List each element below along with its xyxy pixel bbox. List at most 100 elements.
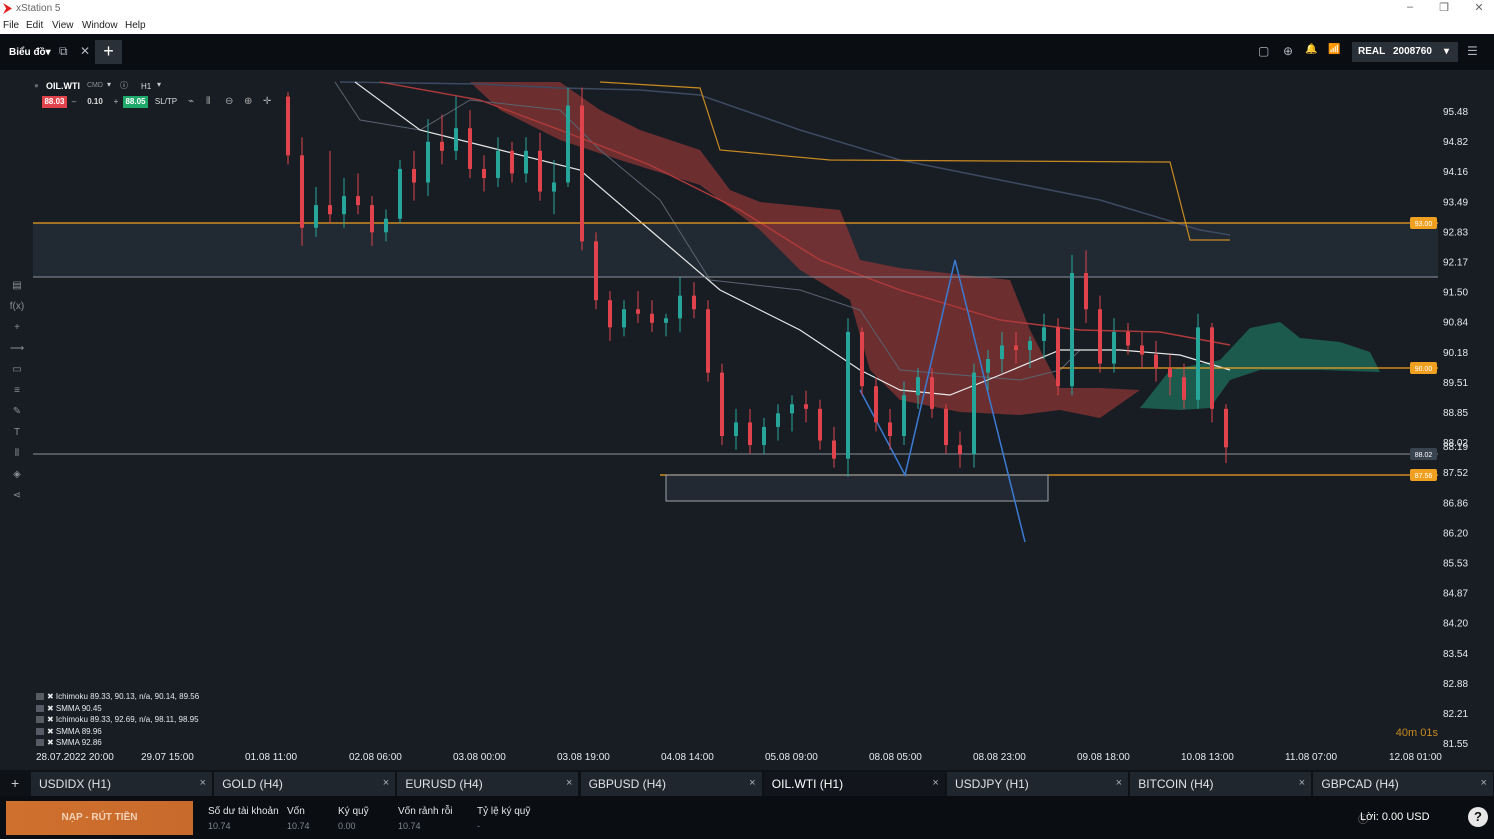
indicator-item[interactable]: ✖ SMMA 90.45 [36,704,199,716]
deposit-withdraw-button[interactable]: NẠP - RÚT TIỀN [6,801,193,835]
line-tool-icon[interactable]: ⟶ [6,343,28,364]
add-chart-button[interactable]: + [95,40,122,64]
candle [706,300,710,382]
info-icon[interactable]: ⓘ [120,80,128,91]
indicator-icon[interactable]: ⦀ [206,96,210,107]
indicator-settings-icon[interactable] [36,727,44,735]
line-chart-icon[interactable]: ⌁ [188,96,194,107]
close-chart-icon[interactable]: ✕ [80,44,90,58]
text-tool-icon[interactable]: T [6,427,28,448]
volume-plus-button[interactable]: + [111,96,121,108]
tab-oil-wti-h1[interactable]: OIL.WTI (H1) × [763,772,946,796]
price-tick: 89.51 [1443,378,1468,389]
close-tab-icon[interactable]: × [749,777,755,789]
sound-icon[interactable]: ⊕ [1283,44,1293,58]
chart-menu-button[interactable]: Biểu đồ▾ [9,47,51,58]
chevron-down-icon[interactable]: ▾ [107,80,111,89]
menu-help[interactable]: Help [125,20,146,31]
chart-area[interactable]: 95.48 94.82 94.16 93.49 92.83 92.17 91.50 90.84… [0,70,1494,770]
close-tab-icon[interactable]: × [566,777,572,789]
menu-file[interactable]: File [3,20,19,31]
candle [622,300,626,337]
function-icon[interactable]: f(x) [6,301,28,322]
layers-icon[interactable]: ◈ [6,469,28,490]
stat-equity: Vốn 10.74 [287,806,310,831]
price-marker: 88.02 [1410,448,1437,460]
tab-usdjpy-h1[interactable]: USDJPY (H1) × [947,772,1129,796]
chevron-down-icon: ▾ [1444,46,1450,57]
popout-icon[interactable]: ⧉ [59,44,68,59]
sell-button[interactable]: 88.03 [42,96,67,108]
menu-window[interactable]: Window [82,20,118,31]
tab-bitcoin-h4[interactable]: BITCOIN (H4) × [1130,772,1313,796]
support-zone-rectangle[interactable] [665,474,1049,502]
close-tab-icon[interactable]: × [932,777,938,789]
share-icon[interactable]: ⋖ [6,490,28,511]
chevron-down-icon[interactable]: ▾ [157,80,161,89]
indicator-item[interactable]: ✖ SMMA 92.86 [36,738,199,750]
fibonacci-tool-icon[interactable]: ≡ [6,385,28,406]
measure-tool-icon[interactable]: ⫴ [6,448,28,469]
volume-minus-button[interactable]: – [69,96,79,108]
hamburger-menu-icon[interactable]: ☰ [1467,44,1478,58]
account-selector[interactable]: REAL 2008760 ▾ [1352,42,1458,62]
indicator-settings-icon[interactable] [36,716,44,724]
menu-edit[interactable]: Edit [26,20,43,31]
candle [678,277,682,332]
symbol-name[interactable]: OIL.WTI [46,81,80,91]
tab-usdidx-h1[interactable]: USDIDX (H1) × [31,772,213,796]
price-tick: 84.20 [1443,619,1468,630]
tab-gbpusd-h4[interactable]: GBPUSD (H4) × [580,772,763,796]
volume-input[interactable]: 0.10 [81,96,109,108]
menu-bar: File Edit View Window Help [0,18,1494,34]
bell-icon[interactable]: 🔔 [1305,44,1317,55]
candle [482,155,486,192]
minimize-button[interactable]: – [1398,1,1422,17]
crosshair-icon[interactable]: ✛ [263,96,271,107]
indicator-item[interactable]: ✖ SMMA 89.96 [36,727,199,739]
svg-text:87.56: 87.56 [1415,473,1433,480]
pencil-tool-icon[interactable]: ✎ [6,406,28,427]
buy-button[interactable]: 88.05 [123,96,148,108]
sltp-button[interactable]: SL/TP [152,96,180,108]
close-window-button[interactable]: ✕ [1467,1,1491,17]
xstation-logo-icon [3,3,12,14]
indicator-settings-icon[interactable] [36,704,44,712]
svg-text:93.00: 93.00 [1415,221,1433,228]
indicator-item[interactable]: ✖ Ichimoku 89.33, 90.13, n/a, 90.14, 89.… [36,692,199,704]
close-tab-icon[interactable]: × [383,777,389,789]
crosshair-tool-icon[interactable]: + [6,322,28,343]
close-tab-icon[interactable]: × [1299,777,1305,789]
candle [664,313,668,337]
timeframe-selector[interactable]: H1 [141,82,151,91]
add-tab-button[interactable]: + [11,775,19,791]
close-tab-icon[interactable]: × [200,777,206,789]
tab-eurusd-h4[interactable]: EURUSD (H4) × [397,772,580,796]
price-chart[interactable]: 95.48 94.82 94.16 93.49 92.83 92.17 91.50 90.84… [0,70,1494,770]
close-tab-icon[interactable]: × [1481,777,1487,789]
rectangle-tool-icon[interactable]: ▭ [6,364,28,385]
help-button[interactable]: ? [1468,807,1488,827]
time-tick: 08.08 05:00 [869,752,922,763]
close-tab-icon[interactable]: × [1116,777,1122,789]
candle [552,159,556,215]
tab-gbpcad-h4[interactable]: GBPCAD (H4) × [1313,772,1494,796]
layout-icon[interactable]: ▢ [1258,44,1269,58]
zoom-in-icon[interactable]: ⊕ [244,96,252,107]
tab-label: OIL.WTI (H1) [771,777,844,791]
tab-gold-h4[interactable]: GOLD (H4) × [214,772,397,796]
indicator-settings-icon[interactable] [36,693,44,701]
price-marker: 93.00 [1410,217,1437,229]
price-tick: 92.83 [1443,227,1468,238]
candle [286,91,290,165]
toolbar-panel-icon[interactable]: ▤ [6,280,28,301]
indicator-settings-icon[interactable] [36,739,44,747]
candle [944,404,948,455]
zoom-out-icon[interactable]: ⊖ [225,96,233,107]
price-tick: 86.86 [1443,498,1468,509]
tab-label: USDIDX (H1) [39,777,112,791]
info-icon[interactable]: ⓘ [1358,811,1368,826]
maximize-button[interactable]: ❐ [1432,1,1456,17]
indicator-item[interactable]: ✖ Ichimoku 89.33, 92.69, n/a, 98.11, 98.… [36,715,199,727]
menu-view[interactable]: View [52,20,74,31]
